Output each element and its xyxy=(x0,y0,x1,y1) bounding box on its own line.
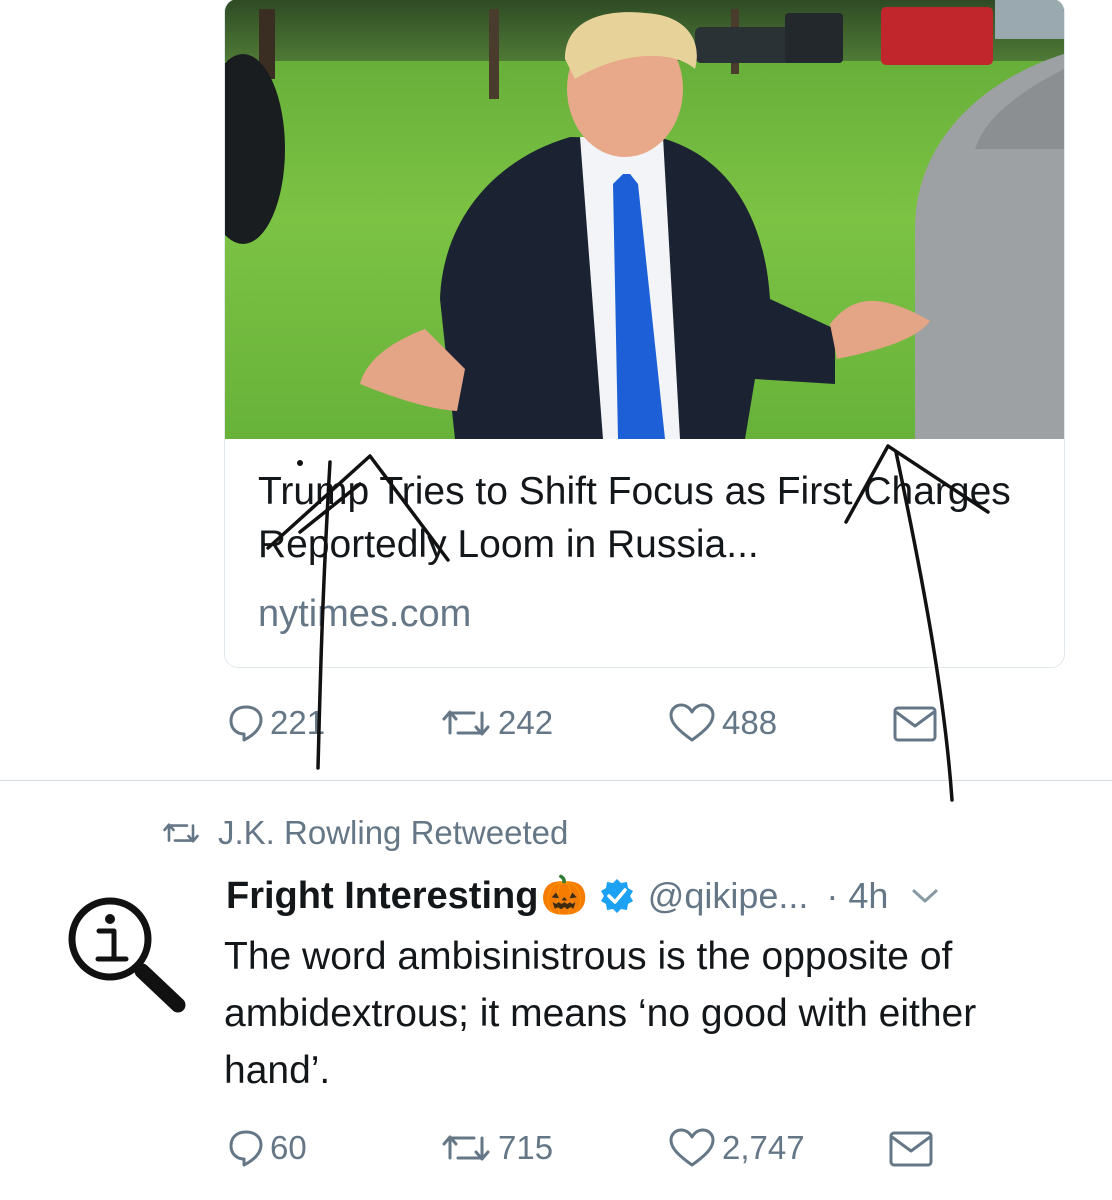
retweet-icon xyxy=(442,710,490,736)
card-image xyxy=(225,0,1064,439)
heart-icon xyxy=(669,703,715,742)
retweet-button[interactable]: 715 xyxy=(440,1128,553,1168)
retweet-icon xyxy=(442,1135,490,1161)
chevron-down-icon[interactable] xyxy=(910,886,940,906)
verified-badge-icon xyxy=(600,879,633,913)
like-count: 2,747 xyxy=(722,1129,805,1166)
tweet-divider xyxy=(0,780,1112,781)
retweet-count: 242 xyxy=(498,704,554,741)
retweet-header[interactable]: J.K. Rowling Retweeted xyxy=(160,814,568,852)
tweet-time[interactable]: · 4h xyxy=(826,875,888,917)
envelope-icon xyxy=(889,1131,933,1167)
reply-button[interactable]: 221 xyxy=(228,703,325,743)
retweet-count: 715 xyxy=(498,1129,554,1166)
reply-icon xyxy=(229,705,263,742)
reply-count: 221 xyxy=(270,704,326,741)
card-domain: nytimes.com xyxy=(258,593,472,635)
like-button[interactable]: 2,747 xyxy=(668,1128,805,1168)
like-button[interactable]: 488 xyxy=(668,703,777,743)
tweet2-action-bar: 60 715 2,747 xyxy=(228,1128,988,1178)
direct-message-button[interactable] xyxy=(888,1128,934,1168)
author-name[interactable]: Fright Interesting xyxy=(226,875,538,918)
author-handle[interactable]: @qikipe... xyxy=(648,875,809,917)
tweet-text: The word ambisinistrous is the opposite … xyxy=(224,935,977,1092)
card-text: Trump Tries to Shift Focus as First Char… xyxy=(258,465,1048,636)
reply-icon xyxy=(229,1130,263,1167)
tweet1-action-bar: 221 242 488 xyxy=(228,703,988,753)
like-count: 488 xyxy=(722,704,778,741)
heart-icon xyxy=(669,1128,715,1167)
envelope-icon xyxy=(893,706,937,742)
card-title[interactable]: Trump Tries to Shift Focus as First Char… xyxy=(258,465,1048,571)
reply-button[interactable]: 60 xyxy=(228,1128,307,1168)
retweet-label: J.K. Rowling Retweeted xyxy=(218,814,569,851)
retweet-icon xyxy=(163,823,199,843)
reply-count: 60 xyxy=(270,1129,307,1166)
retweet-button[interactable]: 242 xyxy=(440,703,553,743)
pumpkin-emoji: 🎃 xyxy=(540,875,588,917)
direct-message-button[interactable] xyxy=(892,703,938,743)
tweet-header: Fright Interesting 🎃 @qikipe... · 4h xyxy=(226,868,1076,924)
link-card[interactable]: Trump Tries to Shift Focus as First Char… xyxy=(224,0,1065,668)
info-magnifier-icon xyxy=(68,897,186,1013)
